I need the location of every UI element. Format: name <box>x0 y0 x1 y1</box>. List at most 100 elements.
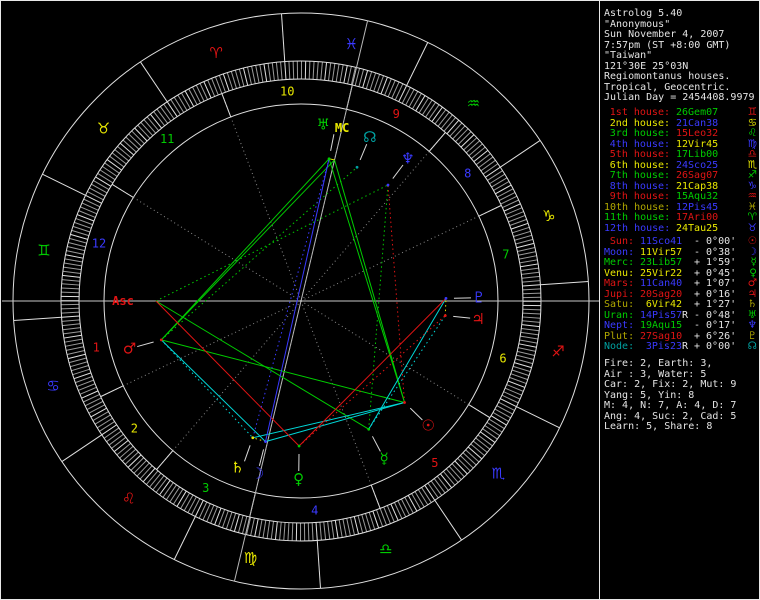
degree-tick <box>202 503 211 521</box>
degree-tick <box>180 492 191 509</box>
degree-tick <box>159 106 172 122</box>
pointer-mars <box>137 341 154 348</box>
degree-tick <box>521 271 540 275</box>
degree-tick <box>128 133 142 147</box>
header-text: Regiomontanus houses. <box>604 71 731 82</box>
degree-tick <box>445 468 459 483</box>
degree-tick <box>501 394 519 404</box>
degree-tick <box>156 108 169 124</box>
degree-tick <box>113 439 129 453</box>
header-text: Julian Day = 2454408.9979 <box>604 92 755 103</box>
planet-glyph-moon: ☽ <box>251 465 264 483</box>
house-row: 1st house: 26Gem07 ♊ <box>604 107 759 119</box>
planet-row: Nept: 19Aqu15 - 0°17' ♆ <box>604 320 759 332</box>
degree-tick <box>111 436 127 449</box>
degree-tick <box>503 391 521 400</box>
degree-tick <box>62 274 81 278</box>
degree-tick <box>242 67 249 86</box>
degree-tick <box>516 354 534 361</box>
degree-tick <box>62 323 81 327</box>
sign-boundary <box>13 316 62 322</box>
degree-tick <box>63 330 82 335</box>
aspect-dot-node <box>355 165 359 169</box>
aspect-line-mercury-neptune <box>368 184 389 430</box>
degree-tick <box>427 482 439 499</box>
aspect-line-jupiter-pluto <box>444 298 447 316</box>
sign-glyph-pisces: ♓ <box>345 35 358 53</box>
sign-boundary <box>316 540 322 589</box>
degree-tick <box>194 500 204 517</box>
degree-tick <box>446 119 460 135</box>
sign-glyph-aries: ♈ <box>209 44 222 62</box>
degree-tick <box>328 62 332 81</box>
degree-tick <box>63 334 82 339</box>
house-cusp-tick <box>428 132 446 152</box>
degree-tick <box>522 292 541 295</box>
degree-tick <box>308 61 311 80</box>
degree-tick <box>478 156 494 169</box>
degree-tick <box>442 471 456 486</box>
degree-tick <box>468 143 483 157</box>
degree-tick <box>518 255 537 260</box>
degree-tick <box>485 166 501 178</box>
degree-tick <box>169 486 181 503</box>
house-cusp-line <box>221 93 302 302</box>
degree-tick <box>315 522 318 541</box>
degree-tick <box>437 111 450 127</box>
degree-tick <box>192 86 202 104</box>
degree-tick <box>284 61 287 80</box>
house-number-1: 1 <box>93 340 100 354</box>
planet-icon: ☊ <box>747 340 757 352</box>
pointer-uranus <box>330 134 335 151</box>
degree-tick <box>88 404 106 414</box>
degree-tick <box>85 194 102 204</box>
house-label: 7th house: <box>609 170 670 181</box>
degree-tick <box>62 270 81 274</box>
house-sign-icon: ♉ <box>747 221 757 234</box>
house-number-6: 6 <box>499 351 506 365</box>
degree-tick <box>500 398 517 408</box>
daily-motion-value: + 0°00' <box>694 341 737 352</box>
stats-line: Learn: 5, Share: 8 <box>604 421 759 433</box>
planet-position-value: 6Vir42 <box>645 299 682 310</box>
degree-tick <box>99 421 115 432</box>
degree-tick <box>63 262 82 267</box>
house-cusp-value: 17Ari00 <box>676 212 719 223</box>
degree-tick <box>520 267 539 272</box>
sign-boundary <box>173 516 196 560</box>
degree-tick <box>263 63 268 82</box>
aspect-line-mars-moon <box>160 339 266 442</box>
house-sign-icon: ♒ <box>747 190 757 202</box>
degree-tick <box>411 493 422 510</box>
degree-tick <box>267 63 272 82</box>
sign-glyph-virgo: ♍ <box>244 549 257 567</box>
degree-tick <box>95 176 112 187</box>
degree-tick <box>61 291 80 294</box>
degree-tick <box>480 159 496 172</box>
degree-tick <box>319 522 322 541</box>
degree-tick <box>170 99 181 115</box>
degree-tick <box>131 130 145 145</box>
planet-label: Merc: <box>604 257 635 268</box>
degree-tick <box>66 350 85 355</box>
degree-tick <box>390 503 399 521</box>
sign-glyph-sagittarius: ♐ <box>551 343 564 361</box>
degree-tick <box>411 93 422 110</box>
degree-tick <box>492 411 509 422</box>
degree-tick <box>102 165 118 177</box>
degree-tick <box>233 514 240 532</box>
degree-tick <box>153 111 166 127</box>
degree-tick <box>234 70 241 88</box>
degree-tick <box>124 451 139 465</box>
degree-tick <box>311 522 314 541</box>
degree-tick <box>518 251 536 256</box>
degree-tick <box>404 496 414 514</box>
house-number-5: 5 <box>431 456 438 470</box>
sign-boundary <box>61 434 103 462</box>
pointer-node <box>359 144 368 161</box>
house-row: 3rd house: 15Leo32 ♌ <box>604 128 759 140</box>
degree-tick <box>96 417 113 429</box>
degree-tick <box>484 425 500 437</box>
house-row: 7th house: 26Sag07 ♐ <box>604 170 759 182</box>
degree-tick <box>93 180 110 191</box>
